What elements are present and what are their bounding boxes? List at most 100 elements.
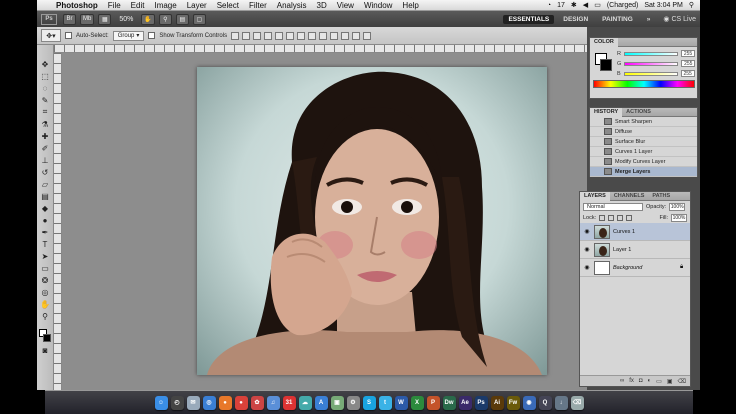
workspace-essentials[interactable]: ESSENTIALS	[503, 14, 555, 24]
tab-layers[interactable]: LAYERS	[580, 191, 610, 201]
visibility-eye-icon[interactable]: ◉	[583, 264, 591, 271]
channel-value[interactable]: 255	[680, 50, 695, 57]
globe-icon[interactable]: ◉	[522, 395, 536, 410]
finder-icon[interactable]: ☺	[154, 395, 168, 410]
lock-position-icon[interactable]	[617, 214, 624, 221]
dreamweaver-icon[interactable]: Dw	[442, 395, 456, 410]
itunes-icon[interactable]: ♫	[266, 395, 280, 410]
align-vcenter-icon[interactable]	[242, 31, 251, 40]
new-group-icon[interactable]: ▭	[656, 378, 662, 385]
align-hcenter-icon[interactable]	[275, 31, 284, 40]
lasso-tool-icon[interactable]: ◌	[40, 83, 51, 93]
lock-all-icon[interactable]	[626, 214, 633, 221]
vertical-ruler[interactable]	[54, 53, 62, 390]
view-extras-button[interactable]: ▦	[98, 13, 112, 25]
adjustment-layer-icon[interactable]: ◐	[648, 378, 652, 384]
channel-value[interactable]: 255	[681, 60, 696, 67]
marquee-tool-icon[interactable]: ⬚	[40, 71, 51, 81]
lock-transparency-icon[interactable]	[599, 214, 606, 221]
opacity-input[interactable]: 100%	[669, 202, 686, 211]
layer-row[interactable]: ◉ Layer 1	[580, 241, 690, 259]
twitter-icon[interactable]: t	[378, 395, 392, 410]
layer-row-selected[interactable]: ◉ Curves 1	[580, 223, 690, 241]
distribute-bottom-icon[interactable]	[319, 31, 328, 40]
auto-select-dropdown[interactable]: Group ▾	[112, 30, 145, 41]
brush-tool-icon[interactable]: ✐	[40, 143, 51, 153]
preview-icon[interactable]: ▣	[330, 395, 344, 410]
system-prefs-icon[interactable]: ⚙	[346, 395, 360, 410]
bluetooth-icon[interactable]: ✱	[571, 1, 577, 9]
workspace-painting[interactable]: PAINTING	[597, 15, 638, 24]
menu-select[interactable]: Select	[212, 1, 244, 10]
zoom-level[interactable]: 50%	[119, 16, 133, 23]
volume-icon[interactable]: ◀	[583, 1, 588, 9]
menu-edit[interactable]: Edit	[126, 1, 150, 10]
menu-view[interactable]: View	[332, 1, 359, 10]
channel-value[interactable]: 255	[680, 70, 695, 77]
history-state[interactable]: Smart Sharpen	[590, 117, 697, 127]
arrange-documents-button[interactable]: ▤	[175, 13, 189, 25]
history-brush-tool-icon[interactable]: ↺	[40, 167, 51, 177]
calendar-icon[interactable]: 31	[282, 395, 296, 410]
color-background-swatch[interactable]	[600, 59, 612, 71]
fill-input[interactable]: 100%	[671, 213, 687, 222]
color-spectrum-ramp[interactable]	[593, 80, 695, 88]
delete-layer-icon[interactable]: ⌫	[678, 378, 686, 385]
new-layer-icon[interactable]: ▣	[667, 378, 673, 385]
channel-slider[interactable]	[623, 51, 678, 56]
align-top-icon[interactable]	[231, 31, 240, 40]
quick-mask-icon[interactable]: ◙	[40, 345, 51, 355]
illustrator-icon[interactable]: Ai	[490, 395, 504, 410]
add-mask-icon[interactable]: ◘	[639, 378, 643, 384]
channel-slider[interactable]	[623, 71, 678, 76]
tab-channels[interactable]: CHANNELS	[610, 192, 649, 201]
photos-icon[interactable]: ✿	[250, 395, 264, 410]
zoom-tool-icon[interactable]: ⚲	[40, 311, 51, 321]
shape-tool-icon[interactable]: ▭	[40, 263, 51, 273]
spotlight-icon[interactable]: ⚲	[689, 1, 694, 9]
channel-slider[interactable]	[624, 61, 679, 66]
launch-bridge-button[interactable]: Br	[63, 13, 76, 25]
dashboard-icon[interactable]: ◴	[170, 395, 184, 410]
quicktime-icon[interactable]: Q	[538, 395, 552, 410]
menu-app-name[interactable]: Photoshop	[51, 1, 103, 10]
menu-help[interactable]: Help	[397, 1, 423, 10]
wifi-icon[interactable]: ◔	[547, 2, 551, 9]
mail-icon[interactable]: ✉	[186, 395, 200, 410]
tab-actions[interactable]: ACTIONS	[622, 108, 655, 117]
history-state[interactable]: Curves 1 Layer	[590, 147, 697, 157]
menu-analysis[interactable]: Analysis	[272, 1, 312, 10]
cs-live-button[interactable]: ◉ CS Live	[659, 15, 700, 24]
distribute-left-icon[interactable]	[330, 31, 339, 40]
chrome-icon[interactable]: ●	[234, 395, 248, 410]
history-state[interactable]: Surface Blur	[590, 137, 697, 147]
eraser-tool-icon[interactable]: ▱	[40, 179, 51, 189]
3d-rotate-tool-icon[interactable]: ❂	[40, 275, 51, 285]
show-transform-checkbox[interactable]	[148, 32, 156, 39]
align-bottom-icon[interactable]	[253, 31, 262, 40]
document-image[interactable]	[197, 67, 547, 375]
after-effects-icon[interactable]: Ae	[458, 395, 472, 410]
tool-preset-picker[interactable]: ✥▾	[41, 29, 61, 42]
blur-tool-icon[interactable]: ◆	[40, 203, 51, 213]
eyedropper-tool-icon[interactable]: ⚗	[40, 119, 51, 129]
history-state[interactable]: Diffuse	[590, 127, 697, 137]
distribute-right-icon[interactable]	[352, 31, 361, 40]
move-tool-icon[interactable]: ✥	[40, 59, 51, 69]
menu-layer[interactable]: Layer	[182, 1, 212, 10]
skype-icon[interactable]: S	[362, 395, 376, 410]
align-left-icon[interactable]	[264, 31, 273, 40]
document-canvas-area[interactable]	[54, 45, 587, 390]
quick-select-tool-icon[interactable]: ✎	[40, 95, 51, 105]
messages-icon[interactable]: ☁	[298, 395, 312, 410]
distribute-vcenter-icon[interactable]	[308, 31, 317, 40]
blend-mode-dropdown[interactable]: Normal	[583, 202, 643, 211]
safari-icon[interactable]: ◎	[202, 395, 216, 410]
app-store-icon[interactable]: A	[314, 395, 328, 410]
lock-pixels-icon[interactable]	[608, 214, 615, 221]
hand-tool-icon[interactable]: ✋	[40, 299, 51, 309]
menu-file[interactable]: File	[103, 1, 126, 10]
clone-stamp-tool-icon[interactable]: ⊥	[40, 155, 51, 165]
menu-3d[interactable]: 3D	[312, 1, 332, 10]
distribute-hcenter-icon[interactable]	[341, 31, 350, 40]
